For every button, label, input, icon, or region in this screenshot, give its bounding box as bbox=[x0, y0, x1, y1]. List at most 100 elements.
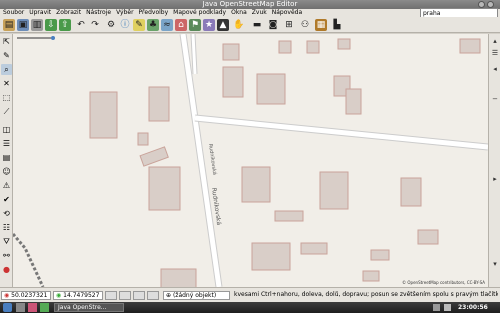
water-icon[interactable]: ≈ bbox=[161, 19, 173, 31]
delete-tool-icon[interactable]: ✕ bbox=[1, 78, 12, 89]
building-icon[interactable]: ⌂ bbox=[175, 19, 187, 31]
building bbox=[139, 146, 169, 167]
window-title: Java OpenStreetMap Editor bbox=[202, 0, 298, 8]
close-button[interactable] bbox=[487, 1, 494, 8]
preferences-icon[interactable]: ⚙ bbox=[105, 19, 117, 31]
heading-field bbox=[119, 291, 131, 300]
relation-icon[interactable]: ⚯ bbox=[1, 250, 12, 261]
save-as-icon[interactable]: ▥ bbox=[31, 19, 43, 31]
right-panel-bar: ▴ ☰ ◂ − ▸ ▾ bbox=[488, 34, 500, 287]
clock[interactable]: 23:00:56 bbox=[458, 302, 488, 313]
building bbox=[345, 88, 362, 115]
filter-icon[interactable]: ⛛ bbox=[1, 236, 12, 247]
menu-napoveda[interactable]: Nápověda bbox=[272, 9, 302, 17]
panel-toggle-icon[interactable]: ☰ bbox=[490, 48, 500, 58]
redo-icon[interactable]: ↷ bbox=[89, 19, 101, 31]
left-toolbar: ⇱ ✎ ⌕ ✕ ⬚ ⟋ ◫ ☰ ▤ ☺ ⚠ ✔ ⟲ ☷ ⛛ ⚯ ● bbox=[0, 34, 13, 287]
longitude-value: 14.7479527 bbox=[63, 292, 100, 299]
properties-icon[interactable]: ☰ bbox=[1, 138, 12, 149]
conflict-icon[interactable]: ⚠ bbox=[1, 180, 12, 191]
building bbox=[300, 242, 328, 255]
user-list-icon[interactable]: ☺ bbox=[1, 166, 12, 177]
select-tool-icon[interactable]: ⇱ bbox=[1, 36, 12, 47]
improve-way-tool-icon[interactable]: ⟋ bbox=[1, 106, 12, 117]
latitude-value: 50.0237321 bbox=[11, 292, 48, 299]
upload-icon[interactable]: ⇧ bbox=[59, 19, 71, 31]
main-toolbar: ▤ ▣ ▥ ⇩ ⇧ ↶ ↷ ⚙ ⓘ ✎ ♣ ≈ ⌂ ⚑ ★ ▲ ✋ ▬ ◙ ⊞ … bbox=[0, 17, 500, 33]
menu-zobrazit[interactable]: Zobrazit bbox=[56, 9, 81, 17]
building bbox=[148, 86, 170, 122]
building bbox=[241, 166, 271, 203]
distance-field bbox=[147, 291, 159, 300]
layers-icon[interactable]: ◫ bbox=[1, 124, 12, 135]
menu-upravit[interactable]: Upravit bbox=[29, 9, 51, 17]
hand-icon[interactable]: ✋ bbox=[233, 19, 245, 31]
changeset-icon[interactable]: ☷ bbox=[1, 222, 12, 233]
shop-icon[interactable]: ▦ bbox=[315, 19, 327, 31]
bus-icon[interactable]: ▬ bbox=[251, 19, 263, 31]
building bbox=[222, 43, 240, 61]
scroll-icon[interactable]: ◂ bbox=[490, 64, 500, 74]
selection-field: ⊕ (žádný objekt) bbox=[163, 291, 230, 300]
building bbox=[459, 38, 481, 54]
selection-list-icon[interactable]: ▤ bbox=[1, 152, 12, 163]
menu-okna[interactable]: Okna bbox=[231, 9, 247, 17]
zoom-tool-icon[interactable]: ⌕ bbox=[1, 64, 12, 75]
extrude-tool-icon[interactable]: ⬚ bbox=[1, 92, 12, 103]
save-icon[interactable]: ▣ bbox=[17, 19, 29, 31]
building bbox=[274, 210, 304, 222]
factory-icon[interactable]: ▙ bbox=[331, 19, 343, 31]
menu-soubor[interactable]: Soubor bbox=[3, 9, 24, 17]
validation-icon[interactable]: ✔ bbox=[1, 194, 12, 205]
bicycle-icon[interactable]: ⚇ bbox=[299, 19, 311, 31]
railway-line bbox=[13, 233, 45, 287]
building bbox=[337, 38, 351, 50]
map-view[interactable]: Rudníkovská Rudníkovská © OpenStreetMap … bbox=[13, 34, 488, 287]
buildings bbox=[89, 38, 481, 287]
draw-tool-icon[interactable]: ✎ bbox=[1, 50, 12, 61]
longitude-icon: ◉ bbox=[56, 292, 62, 299]
amenity-icon[interactable]: ★ bbox=[203, 19, 215, 31]
volume-icon[interactable] bbox=[444, 304, 451, 311]
longitude-field: ◉ 14.7479527 bbox=[53, 291, 103, 300]
map-canvas[interactable]: Rudníkovská Rudníkovská bbox=[13, 34, 488, 287]
files-icon[interactable] bbox=[16, 303, 25, 312]
menu-vyber[interactable]: Výběr bbox=[116, 9, 133, 17]
menu-zvuk[interactable]: Zvuk bbox=[252, 9, 267, 17]
latitude-icon: ◉ bbox=[4, 292, 10, 299]
download-icon[interactable]: ⇩ bbox=[45, 19, 57, 31]
tree-icon[interactable]: ♣ bbox=[147, 19, 159, 31]
chevron-down-icon[interactable]: ▾ bbox=[490, 259, 500, 269]
building bbox=[137, 132, 149, 146]
minimize-button[interactable] bbox=[478, 1, 485, 8]
measure-field bbox=[105, 291, 117, 300]
undo-icon[interactable]: ↶ bbox=[75, 19, 87, 31]
josm-window: Java OpenStreetMap Editor Soubor Upravit… bbox=[0, 0, 500, 313]
terminal-icon[interactable] bbox=[40, 303, 49, 312]
note-icon[interactable]: ✎ bbox=[133, 19, 145, 31]
building bbox=[362, 270, 380, 282]
menu-predvolby[interactable]: Předvolby bbox=[139, 9, 169, 17]
chevron-up-icon[interactable]: ▴ bbox=[490, 36, 500, 46]
notes-icon[interactable]: ● bbox=[1, 264, 12, 275]
network-icon[interactable] bbox=[433, 304, 440, 311]
info-icon[interactable]: ⓘ bbox=[119, 19, 131, 31]
road-side bbox=[191, 34, 197, 75]
park-icon[interactable]: ⚑ bbox=[189, 19, 201, 31]
browser-icon[interactable] bbox=[28, 303, 37, 312]
selection-text: (žádný objekt) bbox=[172, 292, 217, 299]
car-front-icon[interactable]: ◙ bbox=[267, 19, 279, 31]
railway-icon[interactable]: ⊞ bbox=[283, 19, 295, 31]
menu-mapove-podklady[interactable]: Mapové podklady bbox=[173, 9, 226, 17]
start-menu-icon[interactable] bbox=[3, 303, 12, 312]
car-icon[interactable]: ▲ bbox=[217, 19, 229, 31]
minimize-panel-icon[interactable]: − bbox=[490, 94, 500, 104]
building bbox=[256, 73, 286, 105]
expand-panel-icon[interactable]: ▸ bbox=[490, 174, 500, 184]
open-file-icon[interactable]: ▤ bbox=[3, 19, 15, 31]
history-icon[interactable]: ⟲ bbox=[1, 208, 12, 219]
building bbox=[319, 171, 349, 210]
help-hint: kvesami Ctrl+nahoru, doleva, dolů, dopra… bbox=[232, 291, 498, 300]
taskbar-app-button[interactable]: Java OpenStre... bbox=[54, 303, 124, 312]
menu-nastroje[interactable]: Nástroje bbox=[86, 9, 111, 17]
